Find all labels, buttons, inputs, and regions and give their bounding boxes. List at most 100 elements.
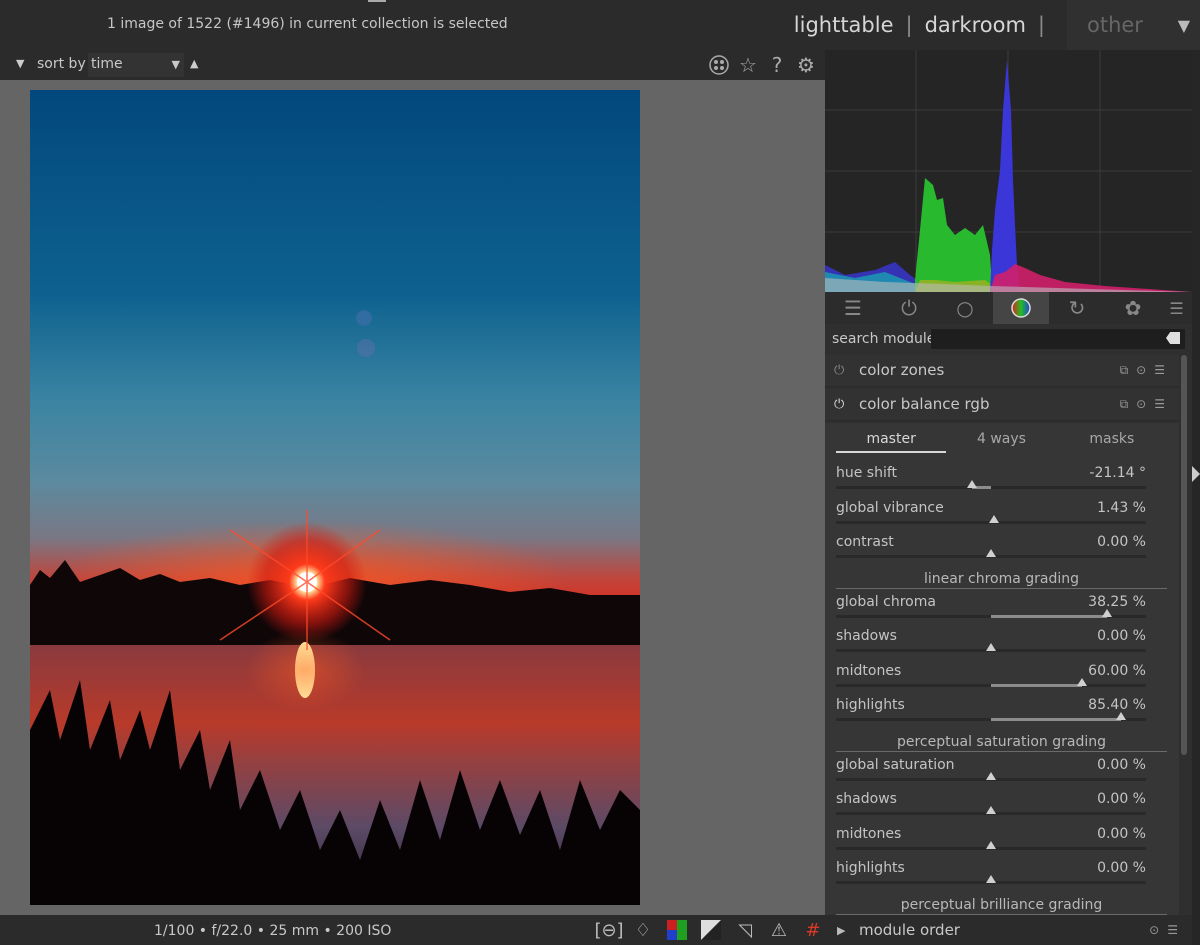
section-header: linear chroma grading — [836, 571, 1167, 589]
slider-label: contrast — [836, 534, 894, 550]
focus-peaking-icon[interactable]: [⊖] — [594, 918, 623, 942]
view-other-label: other — [1087, 13, 1143, 37]
presets-icon[interactable]: ☰ — [1154, 397, 1165, 412]
slider-row[interactable]: global vibrance 1.43 % — [836, 498, 1146, 532]
panel-scrollbar[interactable] — [1181, 355, 1187, 755]
module-header-icons: ⧉ ⊙ ☰ — [1120, 397, 1165, 412]
color-assessment-icon[interactable] — [663, 918, 691, 942]
effect-group-icon[interactable]: ✿ — [1105, 292, 1161, 324]
right-edge-strip — [1192, 50, 1200, 945]
slider-row[interactable]: highlights 85.40 % — [836, 695, 1146, 729]
sort-label: sort by — [37, 56, 86, 72]
slider-value: 1.43 % — [1097, 499, 1146, 516]
star-icon[interactable]: ☆ — [736, 53, 760, 77]
tab-master[interactable]: master — [836, 431, 947, 453]
slider-knob[interactable] — [967, 480, 978, 488]
slider-row[interactable]: shadows 0.00 % — [836, 789, 1146, 823]
slider-row[interactable]: hue shift -21.14 ° — [836, 463, 1146, 497]
color-group-icon[interactable] — [993, 292, 1049, 324]
slider-fill — [991, 683, 1083, 687]
base-group-icon[interactable]: ○ — [937, 292, 993, 324]
chevron-down-icon: ▼ — [1177, 15, 1190, 35]
view-lighttable[interactable]: lighttable — [794, 13, 894, 37]
color-balance-tabs: master 4 ways masks — [836, 431, 1167, 453]
slider-row[interactable]: global chroma 38.25 % — [836, 592, 1146, 626]
slider-knob[interactable] — [1102, 608, 1113, 617]
slider-knob[interactable] — [986, 840, 996, 849]
presets-icon[interactable]: ☰ — [1154, 363, 1165, 378]
grouping-icon[interactable] — [707, 53, 731, 77]
multi-instance-icon[interactable]: ⧉ — [1120, 363, 1129, 378]
histogram[interactable] — [825, 50, 1192, 292]
slider-value: 0.00 % — [1097, 860, 1146, 876]
correct-group-icon[interactable]: ↻ — [1049, 292, 1105, 324]
top-panel-handle[interactable] — [368, 0, 386, 2]
filter-bar: ▼ sort by time ▼ ▲ ☆ ? ⚙ — [0, 50, 825, 80]
slider-fill — [991, 614, 1108, 618]
power-on-icon[interactable]: ⏻ — [834, 397, 848, 412]
slider-knob[interactable] — [986, 771, 996, 780]
raw-overexposed-icon[interactable] — [697, 918, 725, 942]
slider-knob[interactable] — [989, 514, 1000, 523]
sort-direction-icon[interactable]: ▲ — [190, 57, 198, 70]
view-separator: | — [905, 13, 913, 37]
module-order-bar[interactable]: ▶ module order ⊙ ☰ — [825, 915, 1192, 945]
module-order-label: module order — [859, 921, 960, 939]
slider-row[interactable]: highlights 0.00 % — [836, 858, 1146, 892]
sort-select[interactable]: time ▼ — [88, 53, 184, 77]
slider-row[interactable]: shadows 0.00 % — [836, 626, 1146, 660]
slider-knob[interactable] — [986, 549, 996, 557]
module-name: color zones — [859, 361, 945, 379]
bottom-toolbar: [⊖] ♢ ◹ ⚠ # — [594, 918, 827, 942]
slider-knob[interactable] — [1116, 712, 1127, 720]
image-canvas[interactable] — [0, 80, 825, 915]
slider-value: 0.00 % — [1097, 791, 1146, 807]
slider-value: 85.40 % — [1088, 697, 1146, 713]
collapse-right-panel-icon[interactable] — [1192, 466, 1200, 482]
reset-icon[interactable]: ⊙ — [1136, 397, 1146, 412]
reset-icon[interactable]: ⊙ — [1136, 363, 1146, 378]
module-name: color balance rgb — [859, 395, 990, 413]
slider-row[interactable]: midtones 0.00 % — [836, 824, 1146, 858]
search-row: search module — [825, 326, 1192, 352]
multi-instance-icon[interactable]: ⧉ — [1120, 397, 1129, 412]
search-label: search module — [832, 331, 936, 347]
search-module-input[interactable] — [931, 329, 1185, 349]
expand-arrow-icon[interactable]: ▶ — [837, 924, 845, 937]
slider-track[interactable] — [836, 486, 1146, 489]
slider-knob[interactable] — [986, 875, 996, 883]
slider-row[interactable]: midtones 60.00 % — [836, 661, 1146, 695]
help-icon[interactable]: ? — [765, 53, 789, 77]
slider-row[interactable]: contrast 0.00 % — [836, 532, 1146, 566]
slider-label: shadows — [836, 628, 897, 644]
presets-icon[interactable]: ☰ — [1167, 923, 1178, 937]
reset-icon[interactable]: ⊙ — [1149, 923, 1159, 937]
gamut-warning-icon[interactable]: ⚠ — [765, 918, 793, 942]
collapse-arrow-icon[interactable]: ▼ — [16, 57, 24, 70]
bulb-icon[interactable]: ♢ — [629, 918, 657, 942]
active-modules-icon[interactable]: ⏻ — [881, 292, 937, 324]
sunset-photo — [30, 90, 640, 905]
slider-knob[interactable] — [986, 806, 996, 814]
gear-icon[interactable]: ⚙ — [794, 53, 818, 77]
view-other-dropdown[interactable]: other ▼ — [1067, 0, 1200, 50]
slider-knob[interactable] — [1077, 677, 1088, 686]
tab-4-ways[interactable]: 4 ways — [946, 431, 1056, 453]
tab-masks[interactable]: masks — [1057, 431, 1167, 453]
quick-access-icon[interactable]: ☰ — [825, 292, 881, 324]
power-off-icon[interactable]: ⏻ — [834, 363, 848, 378]
softproof-icon[interactable]: ◹ — [731, 918, 759, 942]
slider-knob[interactable] — [986, 643, 996, 651]
module-header-color-balance-rgb[interactable]: ⏻ color balance rgb ⧉ ⊙ ☰ — [825, 389, 1179, 421]
presets-menu-icon[interactable]: ☰ — [1161, 292, 1192, 324]
slider-label: global saturation — [836, 756, 955, 773]
selection-status: 1 image of 1522 (#1496) in current colle… — [107, 16, 508, 32]
module-header-color-zones[interactable]: ⏻ color zones ⧉ ⊙ ☰ — [825, 355, 1179, 387]
exif-info: 1/100 • f/22.0 • 25 mm • 200 ISO — [154, 923, 392, 939]
chevron-down-icon: ▼ — [171, 58, 180, 71]
module-header-icons: ⧉ ⊙ ☰ — [1120, 363, 1165, 378]
view-separator: | — [1037, 13, 1045, 37]
guides-icon[interactable]: # — [799, 918, 827, 942]
view-darkroom[interactable]: darkroom — [925, 13, 1026, 37]
slider-row[interactable]: global saturation 0.00 % — [836, 755, 1146, 789]
